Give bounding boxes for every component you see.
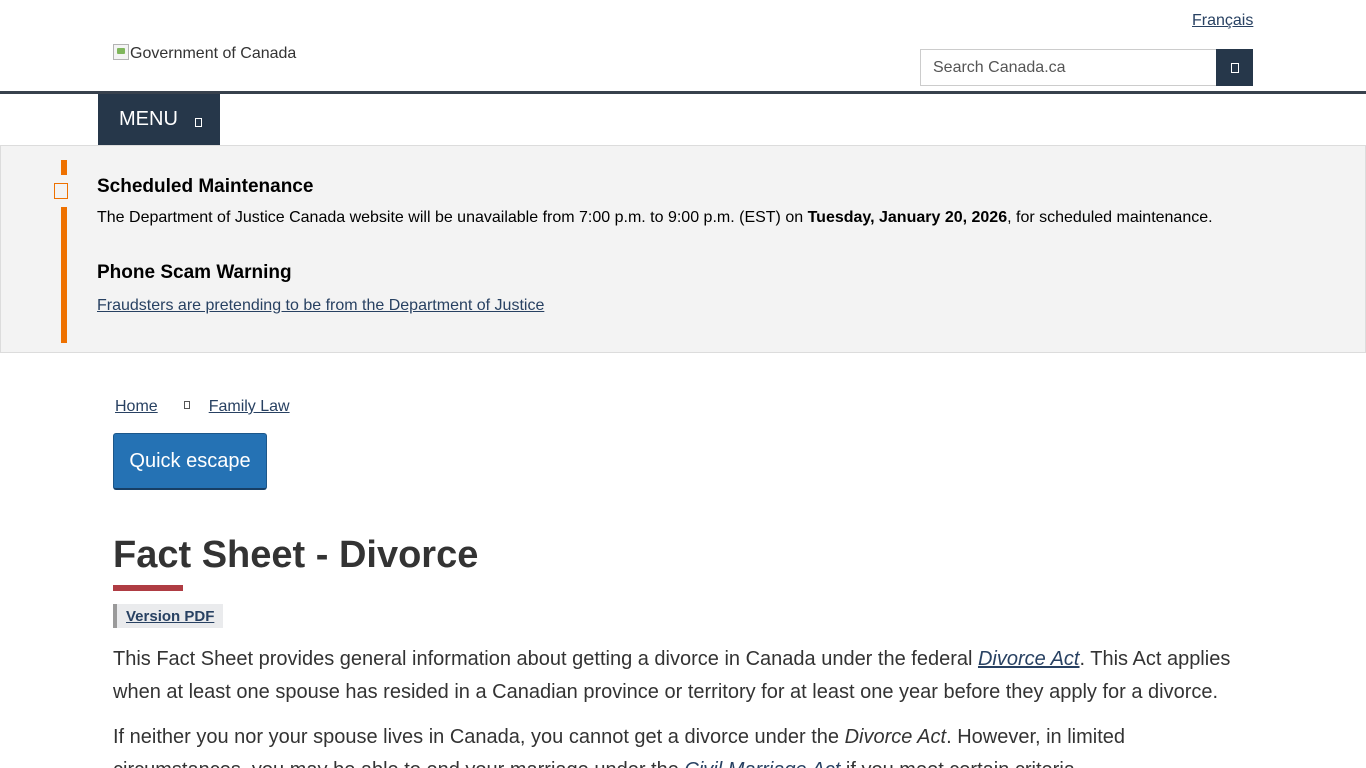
civil-marriage-act-link[interactable]: Civil Marriage Act [684,759,840,768]
maintenance-text-start: The Department of Justice Canada website… [97,209,808,226]
maintenance-date: Tuesday, January 20, 2026 [807,209,1008,226]
pdf-version-link[interactable]: Version PDF [126,608,214,625]
scam-warning-link[interactable]: Fraudsters are pretending to be from the… [97,297,544,315]
divorce-act-link[interactable]: Divorce Act [978,648,1080,670]
breadcrumb-home[interactable]: Home [115,398,158,416]
broken-image-icon [113,44,129,60]
menu-bar: MENU [0,94,1366,146]
page-title: Fact Sheet - Divorce [113,534,479,576]
menu-button[interactable]: MENU [98,94,220,145]
search-form [920,49,1253,86]
second-text-start: If neither you nor your spouse lives in … [113,726,845,748]
chevron-down-icon [194,118,202,127]
intro-text-start: This Fact Sheet provides general informa… [113,648,978,670]
second-text-end: if you meet certain criteria. [840,759,1081,768]
language-toggle-link[interactable]: Français [1192,12,1253,30]
maintenance-text: The Department of Justice Canada website… [97,209,1213,227]
breadcrumb: Home Family Law [115,398,290,416]
alert-accent-bar [61,160,67,175]
title-underline [113,585,183,591]
intro-paragraph: This Fact Sheet provides general informa… [113,643,1253,709]
second-paragraph: If neither you nor your spouse lives in … [113,721,1253,768]
pdf-version-tag: Version PDF [113,604,224,628]
alert-accent-bar [61,207,67,343]
logo-alt-text: Government of Canada [130,45,297,62]
search-icon [1230,62,1239,73]
maintenance-title: Scheduled Maintenance [97,176,314,197]
government-logo[interactable]: Government of Canada [113,43,296,65]
breadcrumb-family-law[interactable]: Family Law [209,398,290,416]
menu-label: MENU [119,108,178,130]
maintenance-text-end: , for scheduled maintenance. [1007,209,1213,226]
site-header: Français Government of Canada [0,0,1366,94]
search-button[interactable] [1216,49,1253,86]
search-input[interactable] [920,49,1216,86]
scam-warning-title: Phone Scam Warning [97,262,292,283]
quick-escape-button[interactable]: Quick escape [113,433,267,490]
site-alert-banner: Scheduled Maintenance The Department of … [0,146,1366,353]
chevron-right-icon [183,401,190,409]
divorce-act-emphasis: Divorce Act [844,726,947,748]
warning-icon [54,183,68,199]
